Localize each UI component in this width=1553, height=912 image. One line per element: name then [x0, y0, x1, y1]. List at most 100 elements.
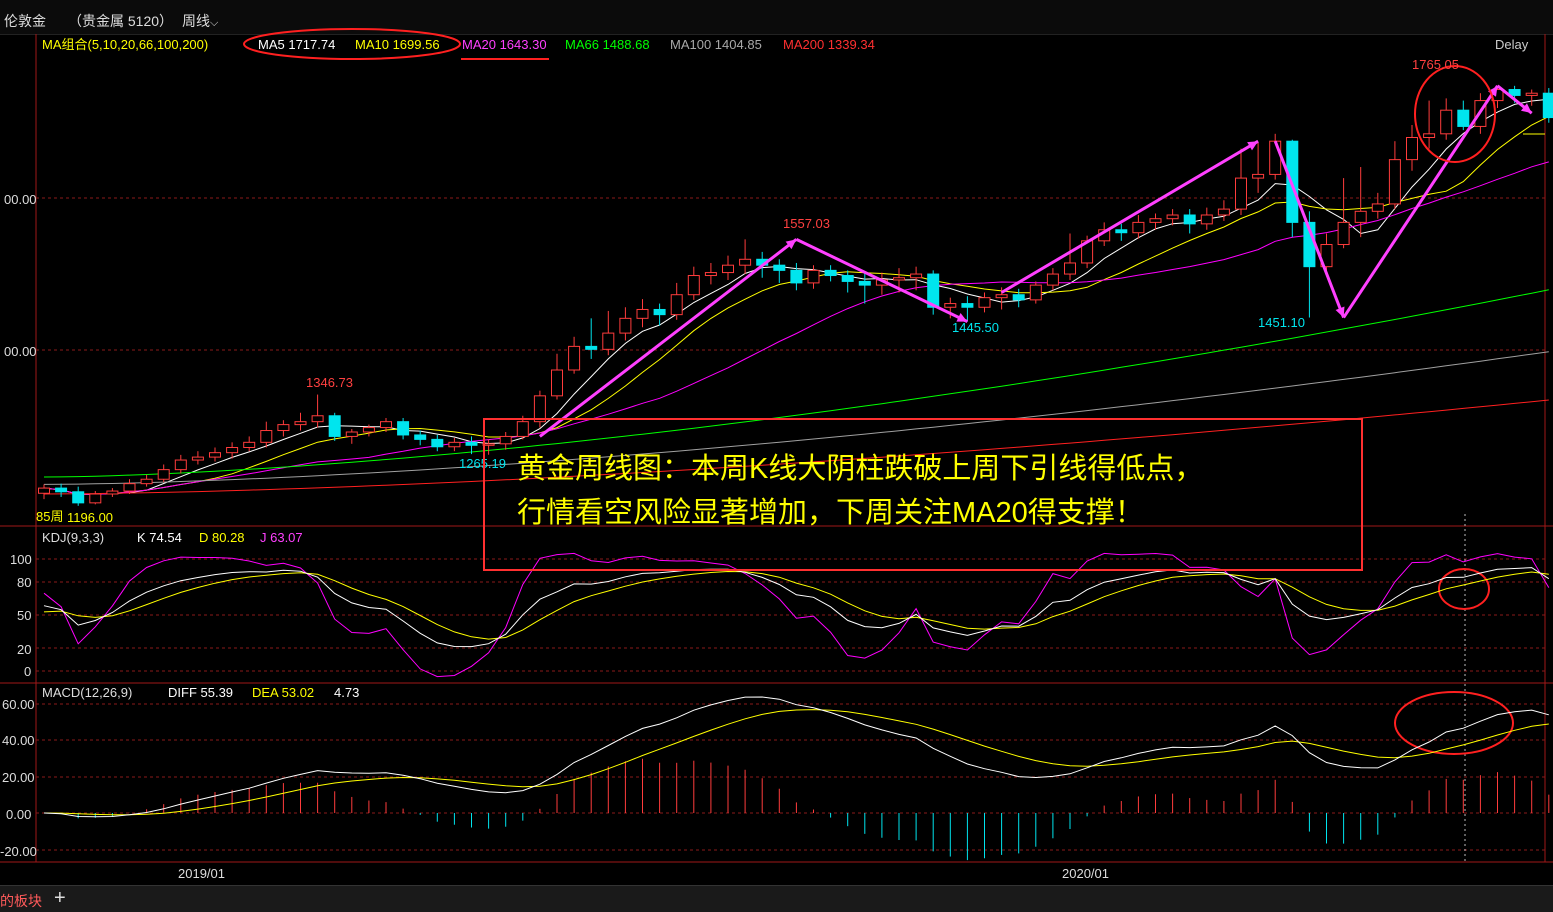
candle-body-up — [227, 448, 238, 453]
kline-chart[interactable]: MA组合(5,10,20,66,100,200) MA5 1717.74 MA1… — [0, 0, 1553, 885]
candle-body-up — [312, 416, 323, 422]
macd-tick: 40.00 — [2, 733, 35, 748]
candle-body-up — [295, 422, 306, 425]
macd-dea-value: DEA 53.02 — [252, 685, 314, 700]
candle-body-up — [1526, 93, 1537, 95]
candle-body-up — [124, 484, 135, 491]
candle-body-down — [73, 492, 84, 503]
candle-body-up — [1150, 219, 1161, 223]
macd-histogram-value: 4.73 — [334, 685, 359, 700]
candle-body-down — [1184, 215, 1195, 224]
candle-body-up — [894, 278, 905, 280]
high-label-1557: 1557.03 — [783, 216, 830, 231]
candle-body-up — [1424, 134, 1435, 138]
candle-body-up — [244, 442, 255, 447]
low-label-1196: 1196.00 — [67, 510, 113, 525]
candle-body-up — [449, 442, 460, 446]
candle-body-up — [552, 370, 563, 396]
kdj-d-line — [44, 572, 1549, 640]
ma66-line — [44, 290, 1549, 477]
kdj-tick: 0 — [24, 664, 31, 679]
candle-body-up — [1270, 141, 1281, 174]
candle-body-up — [688, 276, 699, 295]
candle-body-up — [1407, 138, 1418, 160]
kdj-label[interactable]: KDJ(9,3,3) — [42, 530, 104, 545]
ma66-value: MA66 1488.68 — [565, 37, 650, 52]
candle-body-up — [808, 270, 819, 283]
kdj-k-line — [44, 568, 1549, 647]
candle-body-down — [1013, 295, 1024, 300]
candle-body-down — [842, 276, 853, 282]
high-label-1346: 1346.73 — [306, 375, 353, 390]
x-axis-label: 2019/01 — [178, 866, 225, 881]
candle-body-up — [1372, 204, 1383, 211]
candle-body-up — [1030, 285, 1041, 300]
macd-label[interactable]: MACD(12,26,9) — [42, 685, 132, 700]
macd-tick: 20.00 — [2, 770, 35, 785]
candle-body-up — [1253, 174, 1264, 178]
candle-body-up — [346, 432, 357, 436]
x-axis-label: 2020/01 — [1062, 866, 1109, 881]
macd-dea-line — [44, 710, 1549, 815]
ma100-value: MA100 1404.85 — [670, 37, 762, 52]
delay-label: Delay — [1495, 37, 1529, 52]
candle-body-up — [740, 259, 751, 265]
candle-body-up — [1167, 215, 1178, 219]
candle-body-down — [56, 488, 67, 492]
ma20-value: MA20 1643.30 — [462, 37, 547, 52]
kdj-tick: 20 — [17, 642, 31, 657]
candle-body-up — [637, 309, 648, 318]
candle-body-up — [603, 333, 614, 349]
analysis-callout-line2: 行情看空风险显著增加，下周关注MA20得支撑！ — [517, 496, 1144, 529]
ma10-value: MA10 1699.56 — [355, 37, 440, 52]
ma-legend-label[interactable]: MA组合(5,10,20,66,100,200) — [42, 37, 208, 52]
candlesticks — [39, 86, 1553, 506]
price-tick: 00.00 — [4, 344, 37, 359]
candle-body-up — [39, 488, 50, 493]
candle-body-up — [569, 346, 580, 370]
macd-diff-line — [44, 697, 1549, 817]
cursor-week-label: 85周 — [36, 509, 63, 524]
candle-body-up — [705, 273, 716, 276]
macd-tick: 60.00 — [2, 697, 35, 712]
candle-body-up — [210, 453, 221, 457]
candle-body-up — [107, 491, 118, 494]
candle-body-up — [945, 304, 956, 308]
candle-body-up — [534, 396, 545, 422]
candle-body-up — [141, 479, 152, 483]
kdj-j-value: J 63.07 — [260, 530, 303, 545]
candle-body-up — [1441, 110, 1452, 134]
candle-body-up — [158, 470, 169, 480]
candle-body-up — [278, 425, 289, 431]
candle-body-down — [1116, 230, 1127, 233]
candle-body-up — [1047, 274, 1058, 285]
kdj-k-value: K 74.54 — [137, 530, 182, 545]
candle-body-up — [1218, 209, 1229, 215]
trend-arrow-line — [796, 239, 967, 321]
analysis-callout-box — [484, 419, 1362, 570]
candle-body-up — [381, 422, 392, 428]
add-tab-icon[interactable]: + — [54, 887, 66, 910]
sector-tab[interactable]: 的板块 — [0, 891, 42, 911]
analysis-callout-line1: 黄金周线图：本周K线大阴柱跌破上周下引线得低点， — [517, 452, 1203, 485]
candle-body-up — [192, 457, 203, 460]
candle-body-up — [1065, 263, 1076, 274]
kdj-d-value: D 80.28 — [199, 530, 245, 545]
ma200-value: MA200 1339.34 — [783, 37, 875, 52]
candle-body-down — [1458, 110, 1469, 126]
candle-body-up — [500, 436, 511, 443]
macd-tick: 0.00 — [6, 807, 31, 822]
candle-body-down — [466, 442, 477, 445]
candle-body-up — [1133, 222, 1144, 232]
candle-body-up — [363, 428, 374, 432]
candle-body-down — [398, 422, 409, 435]
macd-diff-value: DIFF 55.39 — [168, 685, 233, 700]
candle-body-down — [774, 265, 785, 270]
kdj-tick: 100 — [10, 552, 32, 567]
candle-body-up — [671, 295, 682, 315]
kdj-indicator — [44, 553, 1549, 676]
candle-body-up — [1389, 160, 1400, 204]
low-label-1265: 1265.19 — [459, 456, 506, 471]
candle-body-down — [586, 346, 597, 349]
macd-tick: -20.00 — [0, 844, 37, 859]
